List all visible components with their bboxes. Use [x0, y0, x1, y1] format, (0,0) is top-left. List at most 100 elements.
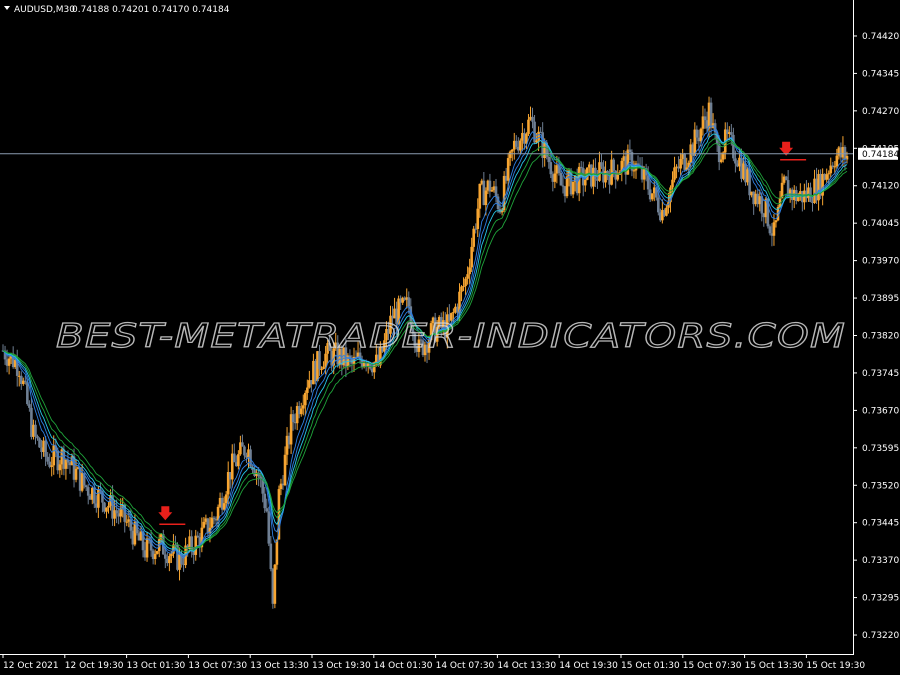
price-tick-label: 0.73520 [862, 481, 899, 491]
candle-body [699, 128, 703, 142]
time-tick-label: 14 Oct 19:30 [559, 661, 618, 671]
candle-body [549, 162, 553, 175]
time-tick-label: 15 Oct 07:30 [683, 661, 742, 671]
candle-body [86, 487, 90, 496]
time-tick-label: 14 Oct 07:30 [436, 661, 495, 671]
candle-body [490, 190, 494, 192]
candle-body [263, 493, 267, 509]
candle-body [105, 507, 108, 512]
candle-body [547, 156, 551, 163]
candle-body [488, 180, 492, 192]
candle-body [190, 536, 193, 552]
candle-body [632, 170, 636, 172]
candle-body [703, 116, 707, 121]
candle-body [559, 173, 563, 186]
candle-body [478, 183, 482, 209]
candle-body [210, 517, 214, 528]
candle-body [46, 456, 49, 462]
candle-body [730, 132, 733, 135]
candle-body [833, 166, 837, 168]
time-tick-label: 12 Oct 19:30 [65, 661, 124, 671]
time-tick-label: 15 Oct 13:30 [745, 661, 804, 671]
candle-body [612, 159, 615, 171]
candle-body [784, 176, 788, 181]
candle-body [36, 436, 39, 439]
candle-body [466, 274, 469, 279]
candle-body [324, 353, 327, 367]
time-tick-label: 14 Oct 01:30 [374, 661, 433, 671]
candle-body [462, 286, 465, 288]
candle-body [26, 382, 29, 405]
candle-body [553, 173, 557, 182]
candle-body [527, 119, 530, 134]
candle-body [224, 494, 228, 504]
candle-body [38, 438, 41, 448]
candle-body [514, 140, 518, 147]
candle-body [774, 220, 778, 223]
candle-body [125, 521, 129, 523]
time-tick-label: 12 Oct 2021 [3, 661, 59, 671]
candle-body [145, 538, 149, 558]
candle-body [734, 158, 737, 164]
candle-body [583, 179, 587, 186]
candle-body [407, 297, 411, 307]
price-tick-label: 0.73445 [862, 519, 899, 529]
candle-body [464, 278, 467, 287]
candle-body [732, 134, 735, 159]
candle-body [717, 144, 721, 163]
candle-body [212, 517, 216, 520]
price-tick-label: 0.74120 [862, 182, 899, 192]
candle-body [44, 440, 47, 457]
candle-body [291, 414, 295, 423]
candle-body [825, 174, 828, 180]
price-tick-label: 0.73895 [862, 294, 899, 304]
price-tick-label: 0.73745 [862, 369, 899, 379]
candle-body [671, 179, 674, 188]
price-tick-label: 0.73220 [862, 631, 899, 641]
price-tick-label: 0.73970 [862, 257, 899, 267]
candle-body [194, 535, 198, 555]
current-price-label: 0.74184 [862, 150, 899, 160]
candle-body [97, 489, 100, 508]
price-tick-label: 0.73370 [862, 556, 899, 566]
candle-body [470, 246, 473, 268]
candle-body [827, 173, 831, 175]
candle-body [273, 564, 277, 604]
candle-body [243, 446, 246, 456]
candle-body [468, 267, 471, 275]
candle-body [537, 131, 540, 141]
candle-body [34, 424, 37, 437]
candle-body [74, 468, 78, 480]
price-tick-label: 0.74345 [862, 69, 899, 79]
candle-body [600, 162, 603, 167]
candle-body [304, 392, 307, 406]
price-chart[interactable]: 0.744200.743450.742700.741950.741200.740… [0, 0, 900, 675]
candle-body [301, 405, 305, 409]
price-tick-label: 0.74045 [862, 219, 899, 229]
price-tick-label: 0.73670 [862, 406, 899, 416]
candle-body [269, 543, 273, 570]
time-tick-label: 13 Oct 13:30 [250, 661, 309, 671]
candle-body [657, 197, 660, 213]
time-tick-label: 13 Oct 19:30 [312, 661, 371, 671]
candle-body [452, 312, 455, 314]
candle-body [222, 503, 226, 510]
candle-body [494, 186, 498, 197]
candle-body [306, 387, 309, 393]
price-tick-label: 0.73820 [862, 331, 899, 341]
candle-body [665, 207, 668, 216]
candle-body [267, 511, 271, 544]
candle-body [168, 556, 171, 564]
chart-symbol: AUDUSD,M30 [14, 5, 75, 15]
time-tick-label: 13 Oct 07:30 [188, 661, 247, 671]
candle-body [170, 553, 173, 557]
candle-body [320, 369, 323, 371]
candle-body [232, 453, 236, 463]
candle-body [533, 121, 536, 143]
candle-body [835, 155, 839, 167]
time-tick-label: 15 Oct 01:30 [621, 661, 680, 671]
candle-body [695, 129, 699, 138]
candle-body [579, 166, 583, 169]
candle-body [322, 366, 325, 370]
candle-body [565, 176, 569, 197]
